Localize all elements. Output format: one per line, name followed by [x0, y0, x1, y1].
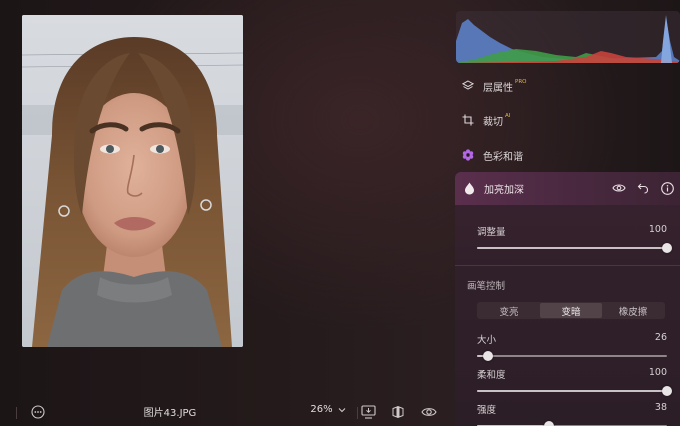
divider: [455, 265, 680, 266]
slider-thumb[interactable]: [662, 386, 672, 396]
portrait-image: [22, 15, 243, 347]
tool-color-harmony[interactable]: 色彩和谐: [456, 141, 680, 169]
brush-mode-selector: 变亮 变暗 橡皮擦: [477, 302, 665, 319]
chevron-down-icon: [338, 407, 345, 412]
slider-thumb[interactable]: [544, 421, 555, 426]
slider-thumb[interactable]: [662, 243, 672, 253]
amount-slider[interactable]: 调整量 100: [477, 224, 672, 253]
slider-label: 大小: [477, 335, 497, 346]
mode-eraser[interactable]: 橡皮擦: [602, 303, 664, 318]
more-options-button[interactable]: [30, 404, 46, 420]
info-icon: [660, 181, 674, 195]
eye-icon: [421, 408, 437, 416]
mode-darken[interactable]: 变暗: [540, 303, 602, 318]
ai-badge: AI: [505, 112, 511, 119]
info-button[interactable]: [660, 181, 674, 195]
dodge-burn-section: 加亮加深 调整量 100 画笔控制 变亮 变暗 橡皮擦 大小 26 柔和度 10…: [455, 172, 680, 426]
visibility-toggle[interactable]: [612, 181, 626, 195]
slider-value: 100: [648, 224, 667, 235]
section-title: 加亮加深: [484, 185, 524, 196]
photo-preview[interactable]: [22, 15, 243, 347]
preview-toggle-button[interactable]: [420, 404, 438, 420]
undo-icon: [637, 183, 649, 194]
slider-fill: [477, 390, 667, 392]
slider-value: 26: [654, 332, 667, 343]
strength-slider[interactable]: 强度 38: [477, 402, 667, 426]
slider-track[interactable]: [477, 386, 672, 396]
zoom-dropdown[interactable]: 26%: [298, 404, 358, 415]
zoom-value: 26%: [310, 404, 333, 415]
softness-slider[interactable]: 柔和度 100: [477, 367, 672, 396]
slider-value: 100: [648, 367, 667, 378]
monitor-download-icon: [360, 405, 376, 419]
filename-label: 图片43.JPG: [143, 408, 197, 419]
brush-control-label: 画笔控制: [467, 281, 506, 292]
tool-label: 裁切AI: [483, 112, 511, 128]
drop-icon: [463, 182, 475, 195]
slider-track[interactable]: [477, 351, 667, 361]
dodge-burn-header[interactable]: 加亮加深: [455, 172, 680, 205]
split-compare-icon: [392, 406, 404, 418]
slider-label: 柔和度: [477, 370, 506, 381]
canvas-bottom-bar: 图片43.JPG 26%: [0, 398, 448, 426]
divider: [357, 407, 358, 419]
pro-badge: PRO: [515, 78, 527, 85]
tool-crop[interactable]: 裁切AI: [456, 106, 680, 134]
canvas-area[interactable]: 图片43.JPG 26%: [0, 0, 448, 426]
divider: [16, 407, 17, 419]
tool-label: 层属性PRO: [483, 78, 527, 94]
export-preview-button[interactable]: [360, 404, 376, 420]
compare-button[interactable]: [390, 404, 406, 420]
more-icon: [31, 405, 45, 419]
slider-fill: [477, 247, 667, 249]
tool-layer-properties[interactable]: 层属性PRO: [456, 72, 680, 100]
slider-thumb[interactable]: [483, 351, 494, 361]
slider-track[interactable]: [477, 243, 672, 253]
color-wheel-icon: [462, 149, 474, 161]
eye-icon: [612, 184, 626, 192]
tool-label: 色彩和谐: [483, 151, 523, 163]
histogram-graph: [456, 15, 680, 63]
crop-icon: [462, 114, 474, 126]
header-actions: [612, 181, 674, 195]
size-slider[interactable]: 大小 26: [477, 332, 667, 361]
slider-label: 强度: [477, 405, 497, 416]
slider-value: 38: [654, 402, 667, 413]
layers-icon: [462, 80, 474, 92]
histogram: [456, 11, 680, 63]
slider-label: 调整量: [477, 227, 506, 238]
reset-button[interactable]: [636, 181, 650, 195]
mode-lighten[interactable]: 变亮: [478, 303, 540, 318]
